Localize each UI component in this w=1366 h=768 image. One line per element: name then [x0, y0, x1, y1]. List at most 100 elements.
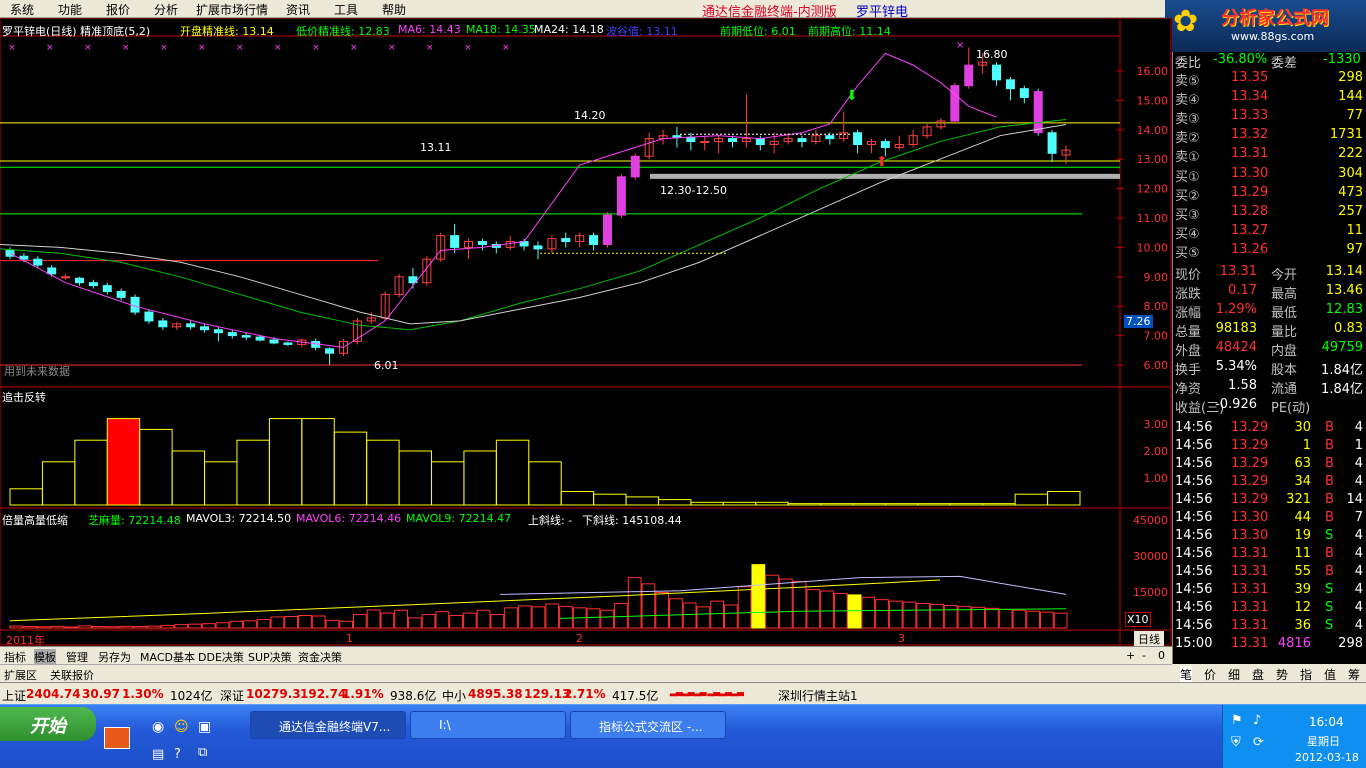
show-desktop-icon[interactable]: ▤: [152, 747, 164, 762]
menu-tools[interactable]: 工具: [334, 1, 358, 18]
cross-marker: ×: [160, 43, 168, 53]
tick-time: 15:00: [1175, 636, 1213, 651]
tick-time: 14:56: [1175, 456, 1213, 471]
detail-tab[interactable]: 指: [1300, 666, 1312, 683]
tab-indicator[interactable]: 指标: [4, 649, 26, 665]
volume-bar: [435, 611, 450, 629]
task-tdx-label: 通达信金融终端V7...: [279, 720, 391, 734]
tick-row: 14:56 13.29 63 B 4: [1173, 456, 1366, 474]
tick-count: 4: [1354, 582, 1363, 597]
ie-icon[interactable]: ◉: [152, 719, 164, 735]
zoom-out-button[interactable]: -: [1142, 649, 1146, 662]
detail-tab[interactable]: 价: [1204, 666, 1216, 683]
volume-icon[interactable]: ♪: [1253, 713, 1261, 728]
candle-body: [283, 342, 293, 345]
volume-bar: [201, 623, 216, 629]
quicklaunch-icon[interactable]: ☺: [174, 719, 189, 735]
sub2-legend-up-slope: 上斜线: -: [528, 514, 573, 527]
buy-level-volume: 11: [1346, 223, 1363, 238]
tab-related-quotes[interactable]: 关联报价: [50, 667, 94, 683]
candle-body: [186, 323, 196, 328]
menu-analysis[interactable]: 分析: [154, 1, 178, 18]
buy-level-row: 买④ 13.27 11: [1173, 223, 1366, 242]
stat-value-left: 1.58: [1228, 378, 1257, 393]
detail-tab[interactable]: 值: [1324, 666, 1336, 683]
stat-value-right: 1.84亿: [1321, 363, 1363, 378]
cross-marker: ×: [502, 43, 510, 53]
task-drive[interactable]: I:\: [410, 711, 566, 739]
menu-system[interactable]: 系统: [10, 1, 34, 18]
volume-bar: [669, 598, 683, 629]
detail-tab[interactable]: 势: [1276, 666, 1288, 683]
price-tick-label: 12.00: [1137, 183, 1169, 196]
tab-save-as[interactable]: 另存为: [98, 649, 131, 665]
tab-fund[interactable]: 资金决策: [298, 649, 342, 665]
chart-area[interactable]: 16.00 15.00 14.00 13.00 12.00 11.00 10.00 9.00 8…: [0, 18, 1172, 647]
server-name[interactable]: 深圳行情主站1: [778, 687, 858, 704]
window-icon[interactable]: ⧉: [198, 745, 207, 760]
tab-macd[interactable]: MACD基本: [140, 649, 195, 665]
tick-side: B: [1325, 456, 1334, 471]
tick-time: 14:56: [1175, 474, 1213, 489]
menu-help[interactable]: 帮助: [382, 1, 406, 18]
candle-body: [755, 138, 765, 146]
tick-time: 14:56: [1175, 438, 1213, 453]
tick-side: B: [1325, 564, 1334, 579]
volume-bar: [943, 604, 958, 629]
tick-side: S: [1325, 618, 1334, 633]
menu-function[interactable]: 功能: [58, 1, 82, 18]
update-icon[interactable]: ⟳: [1253, 735, 1264, 750]
tab-manage[interactable]: 管理: [66, 649, 88, 665]
tick-price: 13.29: [1231, 474, 1269, 489]
tab-extension[interactable]: 扩展区: [4, 667, 37, 683]
volume-bar: [888, 600, 903, 629]
candle-body: [686, 136, 696, 143]
price-tick-label: 13.00: [1137, 153, 1169, 166]
detail-tab[interactable]: 笔: [1180, 666, 1193, 683]
quote-stat-row: 总量 98183 量比 0.83: [1173, 321, 1366, 340]
network-icon[interactable]: ⚑: [1231, 713, 1243, 728]
menu-extended-market[interactable]: 扩展市场行情: [196, 1, 268, 18]
volume-bar: [600, 609, 615, 629]
sub1-bar: [593, 493, 627, 506]
stat-value-right: 1.84亿: [1321, 382, 1363, 397]
candle-body: [144, 311, 154, 322]
period-button[interactable]: 日线: [1134, 631, 1164, 647]
tick-volume: 63: [1294, 456, 1311, 471]
logo-url: www.88gs.com: [1231, 30, 1315, 43]
price-tick-label: 7.00: [1144, 330, 1169, 343]
security-icon[interactable]: ⛨: [1231, 735, 1241, 750]
candle-body: [450, 235, 460, 248]
clock-time[interactable]: 16:04: [1309, 715, 1344, 729]
help-icon[interactable]: ?: [174, 747, 181, 762]
candle-body: [672, 135, 682, 138]
tab-sup[interactable]: SUP决策: [248, 649, 292, 665]
start-button[interactable]: 开始: [0, 707, 96, 741]
task-tdx[interactable]: 通达信金融终端V7...: [250, 711, 406, 739]
volume-bar: [119, 625, 134, 629]
volume-bar: [792, 580, 807, 629]
desktop-icon[interactable]: [104, 727, 130, 749]
sub2-legend-mavol6: MAVOL6: 72214.46: [296, 512, 402, 525]
volume-up-slope: [9, 579, 941, 622]
tab-template[interactable]: 模板: [34, 649, 56, 665]
tick-volume: 30: [1294, 420, 1311, 435]
detail-tab[interactable]: 盘: [1252, 666, 1264, 683]
candle-body: [797, 138, 807, 143]
tick-time: 14:56: [1175, 492, 1213, 507]
candle-body: [158, 320, 168, 328]
volume-bar: [64, 626, 79, 629]
buy-level-row: 买③ 13.28 257: [1173, 204, 1366, 223]
detail-tab[interactable]: 细: [1228, 666, 1240, 683]
zoom-in-button[interactable]: +: [1126, 649, 1135, 662]
task-forum[interactable]: 指标公式交流区 -...: [570, 711, 726, 739]
tab-dde[interactable]: DDE决策: [198, 649, 244, 665]
tick-row: 14:56 13.29 30 B 4: [1173, 420, 1366, 438]
sh-index-value: 2404.74: [26, 687, 81, 701]
menu-quote[interactable]: 报价: [106, 1, 130, 18]
media-icon[interactable]: ▣: [198, 719, 211, 735]
menu-info[interactable]: 资讯: [286, 1, 310, 18]
stat-value-left: 13.31: [1219, 264, 1257, 279]
tick-count: 4: [1354, 546, 1363, 561]
detail-tab[interactable]: 筹: [1348, 666, 1360, 683]
